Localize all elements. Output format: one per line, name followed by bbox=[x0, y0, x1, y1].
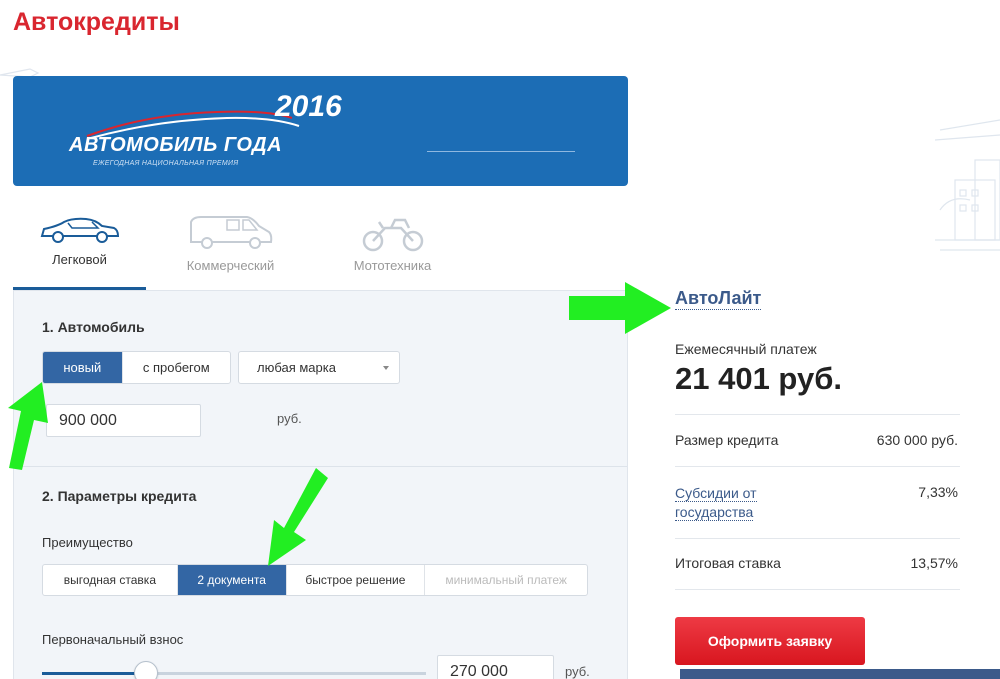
brand-select-value: любая марка bbox=[257, 360, 336, 375]
result-divider bbox=[675, 589, 960, 590]
slider-handle[interactable] bbox=[133, 661, 158, 679]
monthly-payment-label: Ежемесячный платеж bbox=[675, 341, 817, 357]
advantage-fast-decision-button[interactable]: быстрое решение bbox=[287, 565, 426, 595]
result-divider bbox=[675, 414, 960, 415]
van-icon bbox=[189, 216, 272, 249]
advantage-label: Преимущество bbox=[42, 535, 133, 550]
down-payment-label: Первоначальный взнос bbox=[42, 632, 184, 647]
page-title: Автокредиты bbox=[13, 8, 180, 36]
annotation-arrow-right-icon bbox=[569, 282, 671, 334]
car-price-unit: руб. bbox=[277, 411, 302, 426]
promo-banner[interactable]: 2016 АВТОМОБИЛЬ ГОДА ЕЖЕГОДНАЯ НАЦИОНАЛЬ… bbox=[13, 76, 628, 186]
subsidy-link[interactable]: Субсидии от государства bbox=[675, 485, 757, 521]
section-credit-params-title: 2. Параметры кредита bbox=[42, 488, 197, 504]
banner-title: АВТОМОБИЛЬ ГОДА bbox=[69, 134, 283, 156]
slider-fill bbox=[42, 672, 146, 675]
credit-amount-label: Размер кредита bbox=[675, 432, 779, 448]
car-price-input[interactable] bbox=[46, 404, 201, 437]
subsidy-value: 7,33% bbox=[918, 484, 958, 500]
down-payment-input[interactable] bbox=[437, 655, 554, 679]
credit-amount-value: 630 000 руб. bbox=[876, 432, 958, 448]
down-payment-slider[interactable] bbox=[42, 661, 426, 679]
tab-motorcycle[interactable]: Мототехника bbox=[325, 210, 460, 290]
advantage-best-rate-button[interactable]: выгодная ставка bbox=[43, 565, 178, 595]
annotation-arrow-down-icon bbox=[268, 468, 328, 566]
subsidy-label: Субсидии от государства bbox=[675, 484, 805, 522]
advantage-two-documents-button[interactable]: 2 документа bbox=[177, 565, 287, 595]
monthly-payment-value: 21 401 руб. bbox=[675, 361, 842, 396]
bottom-bar bbox=[680, 669, 1000, 679]
tab-passenger-car[interactable]: Легковой bbox=[13, 210, 146, 290]
annotation-arrow-up-icon bbox=[8, 382, 48, 470]
banner-year: 2016 bbox=[275, 90, 342, 123]
banner-divider bbox=[427, 151, 575, 152]
tab-label: Коммерческий bbox=[186, 258, 275, 273]
condition-used-button[interactable]: с пробегом bbox=[123, 352, 230, 383]
advantage-min-payment-button[interactable]: минимальный платеж bbox=[425, 565, 587, 595]
chevron-down-icon bbox=[383, 366, 389, 370]
tab-label: Мототехника bbox=[353, 258, 432, 273]
advantage-toggle: выгодная ставка 2 документа быстрое реше… bbox=[42, 564, 588, 596]
tab-commercial[interactable]: Коммерческий bbox=[163, 210, 298, 290]
car-icon bbox=[40, 217, 119, 243]
banner-subtitle: ЕЖЕГОДНАЯ НАЦИОНАЛЬНАЯ ПРЕМИЯ bbox=[93, 160, 239, 167]
background-city-illustration bbox=[934, 119, 1000, 251]
car-condition-toggle: новый с пробегом bbox=[42, 351, 231, 384]
section-car-title: 1. Автомобиль bbox=[42, 319, 145, 335]
final-rate-label: Итоговая ставка bbox=[675, 555, 781, 571]
final-rate-value: 13,57% bbox=[910, 555, 958, 571]
brand-select[interactable]: любая марка bbox=[238, 351, 400, 384]
result-divider bbox=[675, 538, 960, 539]
result-divider bbox=[675, 466, 960, 467]
down-payment-unit: руб. bbox=[565, 664, 590, 679]
tab-label: Легковой bbox=[52, 252, 107, 267]
product-name-link[interactable]: АвтоЛайт bbox=[675, 288, 762, 310]
apply-button[interactable]: Оформить заявку bbox=[675, 617, 865, 665]
vehicle-type-tabs: Легковой Коммерческий Мототехника bbox=[13, 210, 628, 292]
motorcycle-icon bbox=[362, 218, 423, 252]
condition-new-button[interactable]: новый bbox=[43, 352, 123, 383]
